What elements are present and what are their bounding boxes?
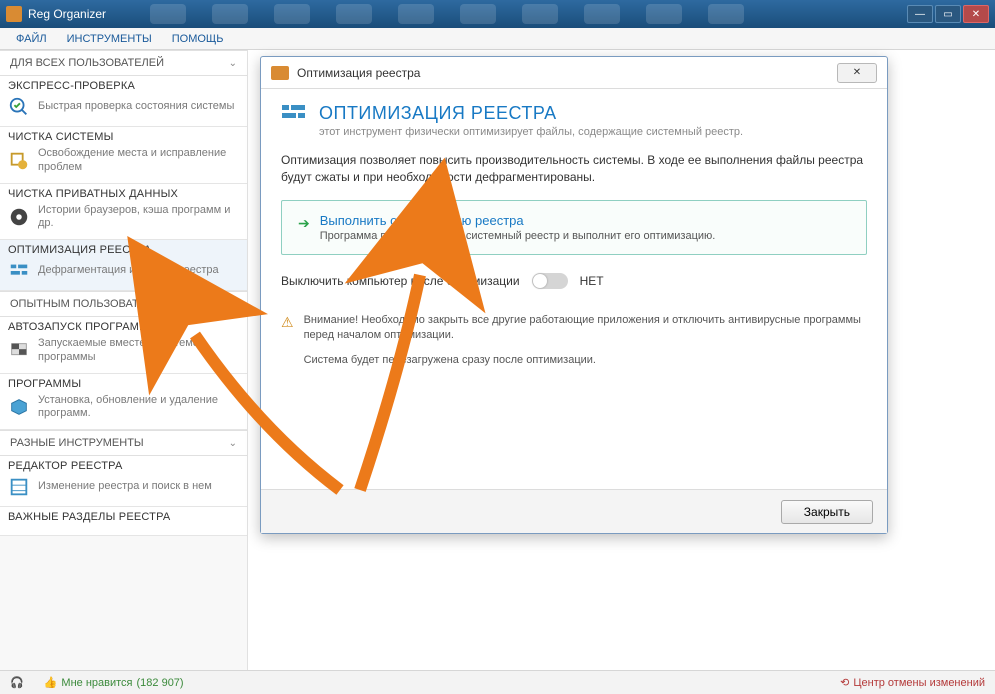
sidebar-item-registry-optimize[interactable]: ОПТИМИЗАЦИЯ РЕЕСТРА Дефрагментация и сжа… [0,240,247,291]
app-icon [6,6,22,22]
dialog-close-x-button[interactable]: ✕ [837,63,877,83]
registry-optimization-dialog: Оптимизация реестра ✕ ОПТИМИЗАЦИЯ РЕЕСТР… [260,56,888,534]
sidebar-item-title: ОПТИМИЗАЦИЯ РЕЕСТРА [8,244,239,256]
arrow-right-icon: ➔ [298,215,310,232]
shutdown-toggle[interactable] [532,273,568,289]
sidebar-group-label: РАЗНЫЕ ИНСТРУМЕНТЫ [10,437,144,449]
sidebar-item-title: ПРОГРАММЫ [8,378,239,390]
sidebar: ДЛЯ ВСЕХ ПОЛЬЗОВАТЕЛЕЙ ⌄ ЭКСПРЕСС-ПРОВЕР… [0,50,248,670]
window-close-button[interactable]: ✕ [963,5,989,23]
menubar: ФАЙЛ ИНСТРУМЕНТЫ ПОМОЩЬ [0,28,995,50]
sidebar-item-subtitle: Изменение реестра и поиск в нем [38,480,212,494]
sidebar-item-title: ЧИСТКА ПРИВАТНЫХ ДАННЫХ [8,188,239,200]
like-count: (182 907) [137,677,184,689]
magnifier-check-icon [8,96,30,118]
headset-icon[interactable]: 🎧 [10,676,24,689]
sidebar-item-subtitle: Освобождение места и исправление проблем [38,147,239,175]
sidebar-item-title: ЧИСТКА СИСТЕМЫ [8,131,239,143]
shutdown-toggle-state: НЕТ [580,274,604,288]
flag-icon [8,340,30,362]
run-optimization-action[interactable]: ➔ Выполнить оптимизацию реестра Программ… [281,200,867,255]
dialog-subheading: этот инструмент физически оптимизирует ф… [319,126,743,138]
dialog-icon [271,66,289,80]
chevron-down-icon: ⌄ [229,58,237,69]
disc-icon [8,206,30,228]
undo-icon: ⟲ [840,676,849,689]
close-button[interactable]: Закрыть [781,500,873,524]
sidebar-item-system-cleanup[interactable]: ЧИСТКА СИСТЕМЫ Освобождение места и испр… [0,127,247,184]
sidebar-item-title: АВТОЗАПУСК ПРОГРАММ [8,321,239,333]
thumbs-up-icon: 👍 [44,676,58,689]
dialog-title-text: Оптимизация реестра [297,66,420,80]
sidebar-item-subtitle: Запускаемые вместе с системой программы [38,337,239,365]
sidebar-item-subtitle: Установка, обновление и удаление програм… [38,394,239,422]
window-titlebar: Reg Organizer — ▭ ✕ [0,0,995,28]
undo-center-link[interactable]: ⟲ Центр отмены изменений [840,676,985,689]
sidebar-item-registry-editor[interactable]: РЕДАКТОР РЕЕСТРА Изменение реестра и пои… [0,456,247,507]
sidebar-item-title: ВАЖНЫЕ РАЗДЕЛЫ РЕЕСТРА [8,511,239,523]
sidebar-item-important-keys[interactable]: ВАЖНЫЕ РАЗДЕЛЫ РЕЕСТРА [0,507,247,536]
registry-icon [8,476,30,498]
undo-center-label: Центр отмены изменений [853,677,985,689]
sidebar-item-subtitle: Истории браузеров, кэша программ и др. [38,204,239,232]
warning-icon: ⚠ [281,313,294,369]
sidebar-group-label: ОПЫТНЫМ ПОЛЬЗОВАТЕЛЯМ [10,298,170,310]
sidebar-item-subtitle: Быстрая проверка состояния системы [38,100,234,114]
dialog-footer: Закрыть [261,489,887,533]
shutdown-toggle-label: Выключить компьютер после оптимизации [281,274,520,288]
sidebar-item-private-data[interactable]: ЧИСТКА ПРИВАТНЫХ ДАННЫХ Истории браузеро… [0,184,247,241]
window-minimize-button[interactable]: — [907,5,933,23]
sidebar-item-autorun[interactable]: АВТОЗАПУСК ПРОГРАММ Запускаемые вместе с… [0,317,247,374]
dialog-description: Оптимизация позволяет повысить производи… [281,152,867,186]
warning-text: Внимание! Необходимо закрыть все другие … [304,313,867,344]
restart-note: Система будет перезагружена сразу после … [304,353,867,368]
like-button[interactable]: 👍 Мне нравится (182 907) [44,676,184,689]
sidebar-item-express-check[interactable]: ЭКСПРЕСС-ПРОВЕРКА Быстрая проверка состо… [0,76,247,127]
box-icon [8,396,30,418]
sidebar-item-programs[interactable]: ПРОГРАММЫ Установка, обновление и удален… [0,374,247,431]
sidebar-group-expert[interactable]: ОПЫТНЫМ ПОЛЬЗОВАТЕЛЯМ ⌄ [0,291,247,317]
sidebar-item-subtitle: Дефрагментация и сжатие реестра [38,264,219,278]
defrag-icon [8,260,30,282]
statusbar: 🎧 👍 Мне нравится (182 907) ⟲ Центр отмен… [0,670,995,694]
sidebar-item-title: ЭКСПРЕСС-ПРОВЕРКА [8,80,239,92]
action-title: Выполнить оптимизацию реестра [320,213,716,228]
menu-tools[interactable]: ИНСТРУМЕНТЫ [57,31,162,47]
sidebar-group-all-users[interactable]: ДЛЯ ВСЕХ ПОЛЬЗОВАТЕЛЕЙ ⌄ [0,50,247,76]
dialog-titlebar[interactable]: Оптимизация реестра ✕ [261,57,887,89]
action-subtitle: Программа проанализирует системный реест… [320,230,716,242]
chevron-down-icon: ⌄ [229,299,237,310]
window-maximize-button[interactable]: ▭ [935,5,961,23]
chevron-down-icon: ⌄ [229,438,237,449]
taskbar-background-blur [150,2,875,26]
menu-file[interactable]: ФАЙЛ [6,31,57,47]
sidebar-group-label: ДЛЯ ВСЕХ ПОЛЬЗОВАТЕЛЕЙ [10,57,164,69]
dialog-heading: ОПТИМИЗАЦИЯ РЕЕСТРА [319,103,743,124]
defrag-icon [281,103,307,125]
broom-icon [8,150,30,172]
sidebar-group-misc[interactable]: РАЗНЫЕ ИНСТРУМЕНТЫ ⌄ [0,430,247,456]
menu-help[interactable]: ПОМОЩЬ [162,31,234,47]
sidebar-item-title: РЕДАКТОР РЕЕСТРА [8,460,239,472]
like-label: Мне нравится [61,677,132,689]
app-title: Reg Organizer [28,7,106,21]
